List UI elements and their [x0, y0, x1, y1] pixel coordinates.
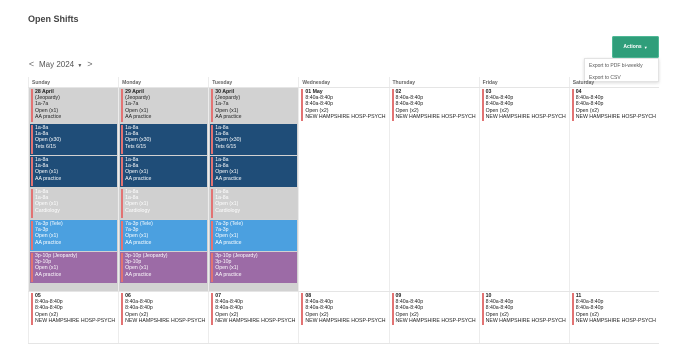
calendar-day: 11 8:40a-8:40p 8:40a-8:40p Open (x2) NEW HAM… [568, 292, 659, 343]
weekday-monday: Monday [118, 77, 208, 87]
calendar-day: 10 8:40a-8:40p 8:40a-8:40p Open (x2) NEW HAM… [478, 292, 569, 343]
shift-block[interactable]: 03 8:40a-8:40p 8:40a-8:40p Open (x2) NEW HAM… [481, 88, 568, 122]
shift-block[interactable]: 1a-8a 1a-8a Open (x1) AA practice [120, 156, 208, 187]
shift-line: Cardiology [215, 207, 241, 214]
weekday-sunday: Sunday [28, 77, 118, 87]
calendar-day: 30 April (Jeopardy) 1a-7a Open (x1) AA pract… [208, 88, 299, 291]
calendar-grid: Sunday Monday Tuesday Wednesday Thursday… [28, 77, 659, 344]
shift-block[interactable]: 1a-8a 1a-8a Open (x1) Cardiology [120, 188, 208, 219]
shift-block[interactable]: 07 8:40a-8:40p 8:40a-8:40p Open (x2) NEW HAM… [210, 292, 297, 326]
weekday-saturday: Saturday [568, 77, 659, 87]
shift-block[interactable]: 08 8:40a-8:40p 8:40a-8:40p Open (x2) NEW HAM… [300, 292, 387, 326]
shift-block[interactable]: 1a-8a 1a-8a Open (x1) AA practice [210, 156, 298, 187]
shift-block[interactable]: 10 8:40a-8:40p 8:40a-8:40p Open (x2) NEW HAM… [481, 292, 568, 326]
shift-line: AA practice [125, 271, 152, 278]
shift-line: AA practice [35, 271, 62, 278]
calendar-day: 29 April (Jeopardy) 1a-7a Open (x1) AA pract… [118, 88, 209, 291]
shift-line: NEW HAMPSHIRE HOSP-PSYCH [575, 317, 656, 324]
shift-line: NEW HAMPSHIRE HOSP-PSYCH [395, 317, 476, 324]
shift-block[interactable]: 7a-3p (Tele) 7a-3p Open (x1) AA practice [210, 220, 298, 251]
export-pdf-menu-item[interactable]: Export to PDF bi-weekly [585, 59, 658, 71]
shift-line: Tets 6/15 [215, 143, 237, 150]
shift-block[interactable]: 3p-10p (Jeopardy) 3p-10p Open (x1) AA pract… [120, 252, 208, 283]
calendar-day: 01 May 8:40a-8:40p 8:40a-8:40p Open (x2) NEW… [298, 88, 388, 291]
calendar-day: 03 8:40a-8:40p 8:40a-8:40p Open (x2) NEW HAM… [478, 88, 569, 291]
calendar-day: 05 8:40a-8:40p 8:40a-8:40p Open (x2) NEW HAM… [28, 292, 118, 343]
shift-line: AA practice [215, 175, 242, 182]
shift-line: Tets 6/15 [125, 143, 147, 150]
shift-block[interactable]: 1a-8a 1a-8a Open (x30) Tets 6/15 [210, 124, 298, 155]
chevron-right-icon[interactable]: > [86, 58, 93, 70]
shift-block[interactable]: 28 April (Jeopardy) 1a-7a Open (x1) AA pract… [30, 88, 117, 123]
shift-line: AA practice [215, 271, 242, 278]
month-label: May 2024 [39, 59, 75, 69]
caret-down-icon: ▼ [643, 44, 648, 50]
shift-block[interactable]: 1a-8a 1a-8a Open (x1) AA practice [30, 156, 118, 187]
shift-line: AA practice [35, 239, 62, 246]
shift-line: NEW HAMPSHIRE HOSP-PSYCH [395, 113, 476, 120]
page-title: Open Shifts [28, 14, 79, 24]
weekday-tuesday: Tuesday [208, 77, 298, 87]
calendar-day: 28 April (Jeopardy) 1a-7a Open (x1) AA pract… [28, 88, 119, 291]
shift-line: AA practice [215, 113, 242, 120]
calendar-day: 09 8:40a-8:40p 8:40a-8:40p Open (x2) NEW HAM… [388, 292, 479, 343]
shift-block[interactable]: 30 April (Jeopardy) 1a-7a Open (x1) AA pract… [210, 88, 297, 123]
shift-block[interactable]: 7a-3p (Tele) 7a-3p Open (x1) AA practice [30, 220, 118, 251]
shift-block[interactable]: 11 8:40a-8:40p 8:40a-8:40p Open (x2) NEW HAM… [571, 292, 658, 326]
calendar-day: 06 8:40a-8:40p 8:40a-8:40p Open (x2) NEW HAM… [118, 292, 208, 343]
shift-line: AA practice [125, 239, 152, 246]
shift-block[interactable]: 7a-3p (Tele) 7a-3p Open (x1) AA practice [120, 220, 208, 251]
shift-line: NEW HAMPSHIRE HOSP-PSYCH [215, 317, 296, 324]
shift-line: NEW HAMPSHIRE HOSP-PSYCH [305, 317, 386, 324]
shift-line: NEW HAMPSHIRE HOSP-PSYCH [305, 113, 386, 120]
shift-block[interactable]: 06 8:40a-8:40p 8:40a-8:40p Open (x2) NEW HAM… [120, 292, 207, 326]
shift-block[interactable]: 09 8:40a-8:40p 8:40a-8:40p Open (x2) NEW HAM… [391, 292, 478, 326]
shift-block[interactable]: 3p-10p (Jeopardy) 3p-10p Open (x1) AA pract… [210, 252, 298, 283]
caret-down-icon: ▼ [77, 62, 83, 69]
shift-line: AA practice [125, 175, 152, 182]
actions-button-label: Actions [623, 44, 642, 50]
calendar-day: 04 8:40a-8:40p 8:40a-8:40p Open (x2) NEW HAM… [568, 88, 659, 291]
shift-line: NEW HAMPSHIRE HOSP-PSYCH [35, 317, 116, 324]
actions-button[interactable]: Actions ▼ [612, 36, 659, 58]
shift-block[interactable]: 02 8:40a-8:40p 8:40a-8:40p Open (x2) NEW HAM… [391, 88, 478, 122]
weekday-wednesday: Wednesday [298, 77, 388, 87]
shift-line: NEW HAMPSHIRE HOSP-PSYCH [125, 317, 206, 324]
shift-line: Cardiology [125, 207, 150, 214]
shift-block[interactable]: 05 8:40a-8:40p 8:40a-8:40p Open (x2) NEW HAM… [30, 292, 117, 326]
shift-line: Cardiology [35, 207, 60, 214]
calendar-week: 05 8:40a-8:40p 8:40a-8:40p Open (x2) NEW HAM… [28, 292, 659, 344]
shift-block[interactable]: 1a-8a 1a-8a Open (x30) Tets 6/15 [120, 124, 208, 155]
shift-block[interactable]: 04 8:40a-8:40p 8:40a-8:40p Open (x2) NEW HAM… [571, 88, 658, 122]
shift-line: NEW HAMPSHIRE HOSP-PSYCH [575, 113, 656, 120]
weekday-header: Sunday Monday Tuesday Wednesday Thursday… [28, 77, 659, 88]
weekday-thursday: Thursday [388, 77, 479, 87]
shift-line: AA practice [35, 175, 62, 182]
shift-block[interactable]: 1a-8a 1a-8a Open (x1) Cardiology [30, 188, 118, 219]
shift-block[interactable]: 1a-8a 1a-8a Open (x30) Tets 6/15 [30, 124, 118, 155]
month-navigation: < May 2024 ▼ > [28, 58, 93, 70]
calendar-week: 28 April (Jeopardy) 1a-7a Open (x1) AA pract… [28, 88, 659, 292]
month-selector[interactable]: May 2024 ▼ [39, 60, 82, 69]
shift-line: NEW HAMPSHIRE HOSP-PSYCH [485, 113, 566, 120]
chevron-left-icon[interactable]: < [28, 58, 35, 70]
shift-block[interactable]: 1a-8a 1a-8a Open (x1) Cardiology [210, 188, 298, 219]
calendar-day: 08 8:40a-8:40p 8:40a-8:40p Open (x2) NEW HAM… [298, 292, 388, 343]
shift-block[interactable]: 29 April (Jeopardy) 1a-7a Open (x1) AA pract… [120, 88, 207, 123]
weekday-friday: Friday [478, 77, 569, 87]
calendar-day: 07 8:40a-8:40p 8:40a-8:40p Open (x2) NEW HAM… [208, 292, 298, 343]
shift-line: Tets 6/15 [35, 143, 57, 150]
calendar-day: 02 8:40a-8:40p 8:40a-8:40p Open (x2) NEW HAM… [388, 88, 479, 291]
shift-block[interactable]: 3p-10p (Jeopardy) 3p-10p Open (x1) AA pract… [30, 252, 118, 283]
shift-block[interactable]: 01 May 8:40a-8:40p 8:40a-8:40p Open (x2) NEW… [300, 88, 387, 122]
shift-line: AA practice [35, 113, 62, 120]
shift-line: NEW HAMPSHIRE HOSP-PSYCH [485, 317, 566, 324]
shift-line: AA practice [125, 113, 152, 120]
shift-line: AA practice [215, 239, 242, 246]
